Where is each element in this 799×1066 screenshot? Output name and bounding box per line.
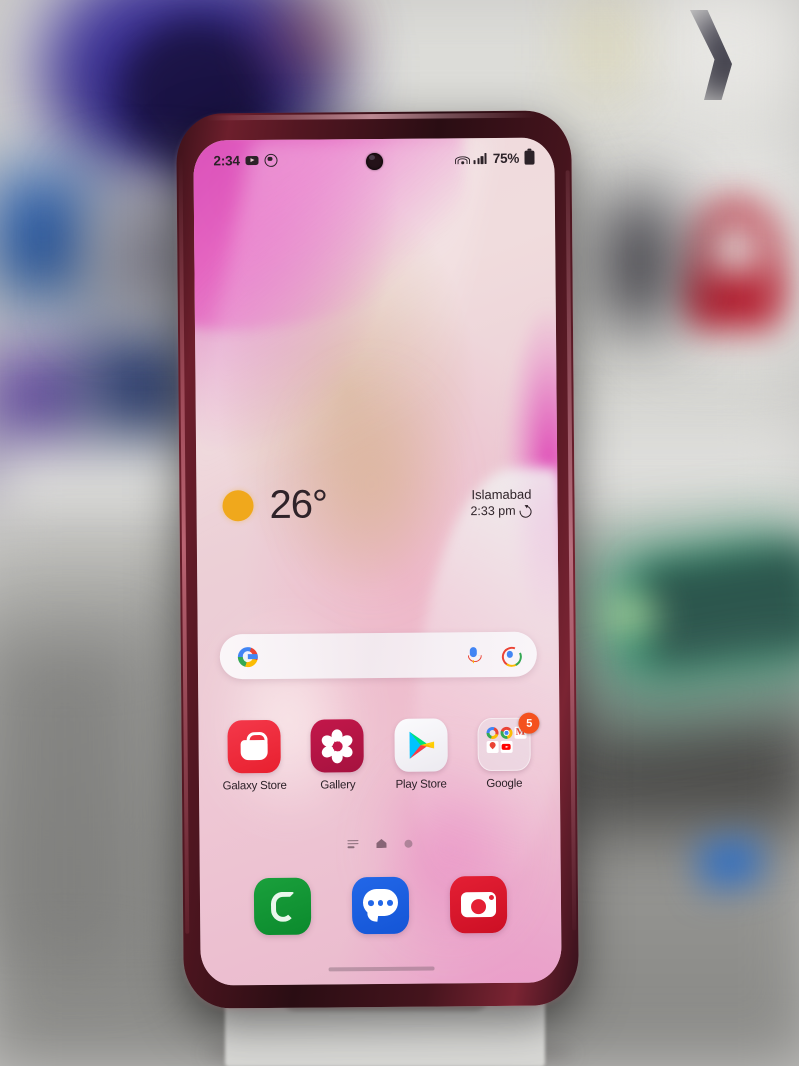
sun-icon — [222, 489, 254, 521]
app-google-folder[interactable]: M 5 Google — [468, 712, 541, 791]
smartphone-device[interactable]: 2:34 75% 26° Islamabad 2:33 pm Galaxy St… — [176, 110, 579, 1009]
red-headphone-cup — [690, 272, 776, 328]
google-lens-icon[interactable] — [498, 643, 526, 670]
messages-icon[interactable] — [351, 876, 410, 935]
phone-icon[interactable] — [254, 877, 312, 936]
status-bar-right: 75% — [454, 150, 535, 166]
camera-flash-shape — [488, 894, 494, 901]
weather-time-row: 2:33 pm — [470, 502, 534, 520]
poster-blue-2 — [0, 170, 100, 300]
battery-icon — [523, 150, 535, 165]
yellow-strip — [596, 0, 610, 90]
battery-percent-label: 75% — [492, 150, 520, 166]
signal-icon — [473, 153, 487, 164]
camera-lens-shape — [470, 899, 486, 915]
microphone-icon[interactable] — [465, 646, 482, 664]
orange-accent — [278, 10, 338, 60]
dock — [200, 875, 561, 936]
weather-main: 26° — [222, 482, 328, 527]
google-g-icon — [237, 646, 258, 667]
front-camera-punch-hole — [365, 152, 383, 171]
search-bar-actions — [465, 643, 526, 670]
phone-handset-shape — [270, 891, 295, 922]
app-label: Play Store — [395, 778, 447, 791]
home-page-icon[interactable] — [376, 839, 386, 848]
app-label: Gallery — [320, 779, 356, 792]
app-galaxy-store[interactable]: Galaxy Store — [218, 719, 291, 793]
app-gallery[interactable]: Gallery — [301, 719, 374, 792]
app-grid: Galaxy Store Gallery Play Store M 5 Goog… — [198, 712, 560, 793]
folder-chrome-icon — [500, 726, 513, 739]
app-label: Google — [486, 777, 523, 791]
wallpaper — [193, 137, 562, 986]
google-search-bar[interactable] — [219, 631, 538, 680]
app-play-store[interactable]: Play Store — [385, 718, 458, 791]
bag-body-shape — [240, 739, 268, 761]
phone-screen[interactable]: 2:34 75% 26° Islamabad 2:33 pm Galaxy St… — [193, 137, 562, 986]
poster-dark-right — [605, 195, 675, 325]
galaxy-store-icon — [227, 719, 281, 774]
folder-notification-badge: 5 — [518, 712, 540, 734]
app-list-icon[interactable] — [347, 839, 359, 848]
weather-temperature: 26° — [269, 482, 328, 527]
temperature-value: 26 — [269, 482, 313, 527]
status-clock: 2:34 — [213, 152, 240, 168]
shelf-shadow-left — [0, 640, 140, 970]
play-store-icon — [394, 718, 448, 772]
refresh-icon[interactable] — [517, 502, 534, 520]
tray-highlight — [600, 600, 660, 630]
gallery-icon — [310, 719, 365, 773]
folder-maps-icon — [486, 740, 499, 754]
photo-scene: 2:34 75% 26° Islamabad 2:33 pm Galaxy St… — [0, 0, 799, 1066]
status-bar-left: 2:34 — [213, 152, 278, 168]
degree-symbol: ° — [311, 482, 328, 527]
flower-shape — [319, 728, 356, 763]
weather-city: Islamabad — [471, 486, 532, 503]
wifi-icon — [454, 153, 471, 164]
app-label: Galaxy Store — [222, 779, 287, 793]
weather-widget[interactable]: 26° Islamabad 2:33 pm — [196, 482, 557, 527]
page-dot-icon[interactable] — [404, 839, 413, 848]
youtube-icon — [245, 155, 259, 165]
folder-google-icon — [486, 726, 499, 740]
folder-youtube-icon — [500, 740, 513, 753]
bubble-dots-shape — [367, 899, 393, 906]
camera-icon[interactable] — [449, 875, 507, 934]
play-triangle-shape — [409, 731, 434, 759]
bezel-top-highlight — [206, 112, 537, 121]
screen-recorder-icon — [264, 153, 278, 167]
weather-location-block: Islamabad 2:33 pm — [470, 486, 534, 520]
blue-package — [697, 836, 763, 889]
weather-time: 2:33 pm — [470, 504, 516, 519]
